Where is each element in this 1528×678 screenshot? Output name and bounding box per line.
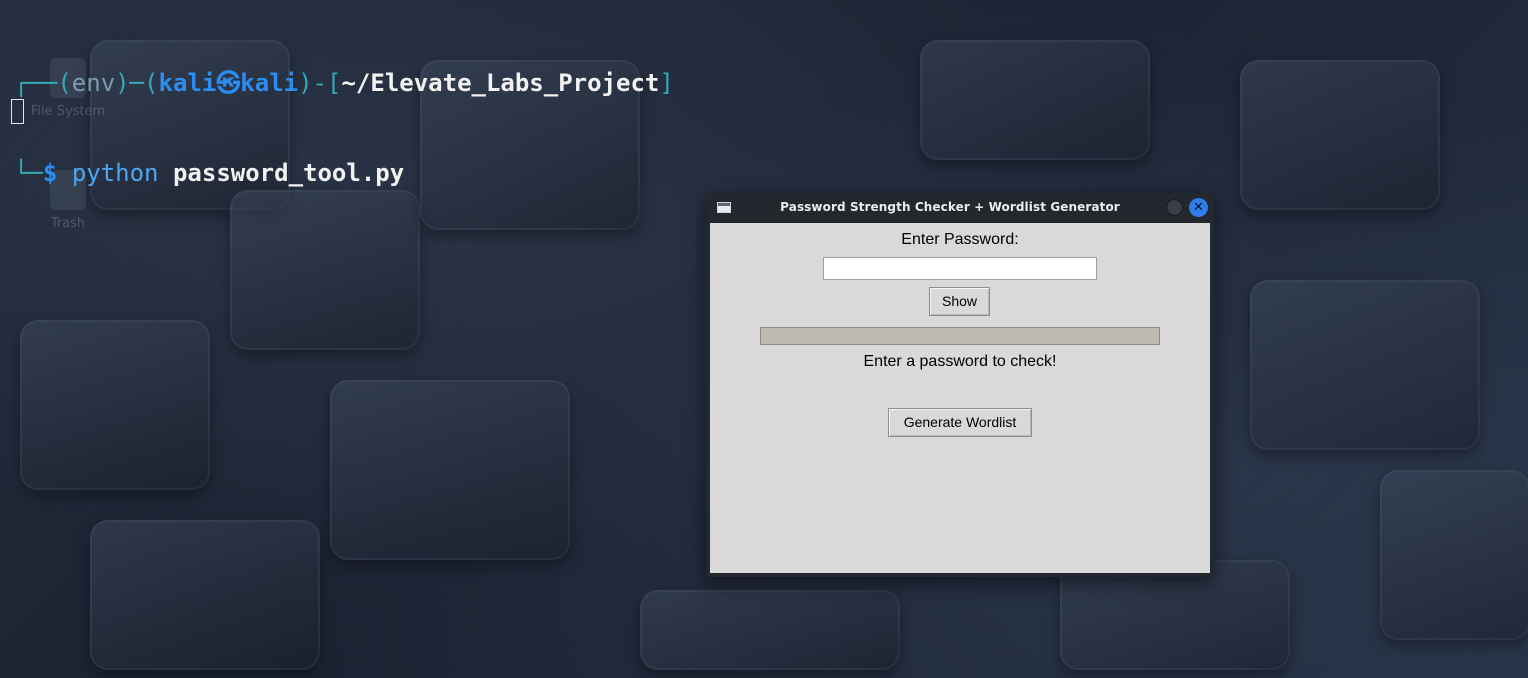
generate-wordlist-button[interactable]: Generate Wordlist <box>888 408 1032 437</box>
prompt-env: env <box>71 69 116 97</box>
terminal-output: ┌──(env)─(kali㉿kali)-[~/Elevate_Labs_Pro… <box>14 8 674 218</box>
password-input[interactable] <box>823 257 1097 280</box>
prompt-path: ~/Elevate_Labs_Project <box>341 69 660 97</box>
app-window: Password Strength Checker + Wordlist Gen… <box>706 193 1214 577</box>
strength-status-message: Enter a password to check! <box>863 353 1057 370</box>
desktop-icon-label: Trash <box>50 216 86 231</box>
wallpaper-key <box>1250 280 1480 450</box>
close-icon: ✕ <box>1193 200 1204 215</box>
terminal-command-line: └─$ python password_tool.py <box>14 158 674 188</box>
wallpaper-key <box>90 520 320 670</box>
wallpaper-key <box>1240 60 1440 210</box>
prompt-frame: └─ <box>14 159 43 187</box>
show-button[interactable]: Show <box>929 287 990 316</box>
close-button[interactable]: ✕ <box>1189 198 1208 217</box>
wallpaper-key <box>330 380 570 560</box>
terminal-prompt-line: ┌──(env)─(kali㉿kali)-[~/Elevate_Labs_Pro… <box>14 68 674 98</box>
prompt-frame: ] <box>659 69 674 97</box>
command-name: python <box>71 159 159 187</box>
strength-progress-bar <box>760 327 1160 345</box>
prompt-frame: )─( <box>115 69 159 97</box>
prompt-user-host: kali㉿kali <box>158 69 299 97</box>
command-argument: password_tool.py <box>172 159 405 187</box>
window-content: Enter Password: Show Enter a password to… <box>710 223 1210 573</box>
prompt-symbol: $ <box>42 159 58 187</box>
window-titlebar[interactable]: Password Strength Checker + Wordlist Gen… <box>706 193 1214 223</box>
minimize-button[interactable] <box>1166 199 1183 216</box>
prompt-frame: )-[ <box>298 69 342 97</box>
password-label: Enter Password: <box>901 231 1019 248</box>
wallpaper-key <box>20 320 210 490</box>
terminal-cursor <box>11 99 24 124</box>
wallpaper-key <box>920 40 1150 160</box>
wallpaper-key <box>1380 470 1528 640</box>
window-title: Password Strength Checker + Wordlist Gen… <box>780 200 1120 214</box>
app-window-icon[interactable] <box>717 202 731 213</box>
prompt-frame: ┌──( <box>14 69 72 97</box>
wallpaper-key <box>640 590 900 670</box>
